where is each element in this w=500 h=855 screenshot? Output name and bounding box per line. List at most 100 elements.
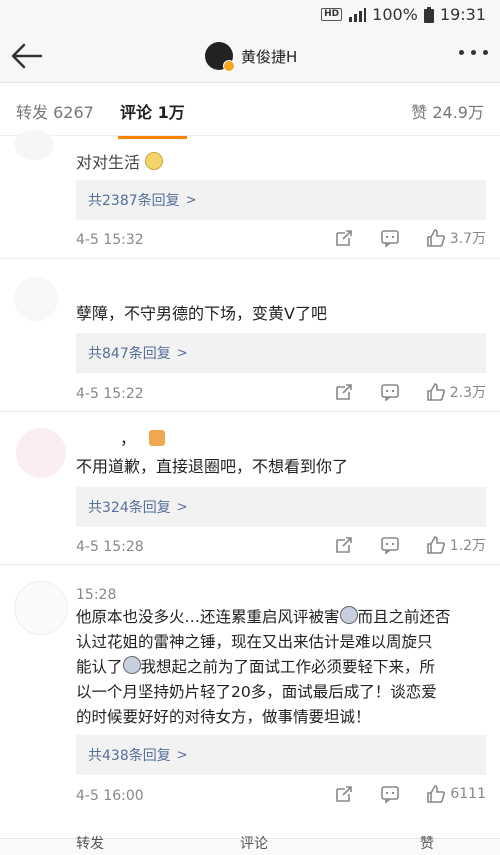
repost-icon[interactable] (334, 784, 354, 804)
like-count: 3.7万 (449, 231, 486, 247)
like-button[interactable]: 2.3万 (426, 382, 486, 402)
comment-text-content: 对对生活 (76, 153, 141, 172)
author-name[interactable]: 黄俊捷H (241, 46, 297, 67)
tab-repost[interactable]: 转发 6267 (16, 99, 94, 123)
like-button[interactable]: 1.2万 (426, 535, 486, 555)
comment-time: 4-5 15:32 (76, 232, 144, 248)
comment-line: 认过花姐的雷神之锤，现在又出来估计是难以周旋只 (76, 633, 433, 651)
reply-summary[interactable]: 共438条回复 > (76, 735, 486, 775)
avatar[interactable] (14, 130, 54, 160)
tab-bar: 转发 6267 评论 1万 赞 24.9万 (0, 83, 500, 139)
comment-meta: 4-5 15:28 1.2万 (76, 535, 486, 559)
tab-count: 1万 (157, 103, 185, 122)
comment-meta: 4-5 16:00 6111 (76, 784, 486, 808)
reply-count-label: 共438条回复 (88, 748, 171, 764)
avatar[interactable] (205, 42, 235, 72)
bottom-comment-button[interactable]: 评论 (240, 837, 268, 851)
reply-summary[interactable]: 共324条回复 > (76, 487, 486, 527)
more-dot-icon (471, 50, 476, 55)
comment-actions: 3.7万 (334, 228, 486, 248)
comment-item: 孽障，不守男德的下场，变黄V了吧 共847条回复 > 4-5 15:22 2.3… (0, 258, 500, 411)
thumbs-up-icon (426, 229, 445, 247)
bottom-repost-label: 转发 (76, 836, 104, 852)
tab-count: 6267 (53, 103, 94, 122)
nav-bar: 黄俊捷H (0, 30, 500, 83)
repost-icon[interactable] (334, 228, 354, 248)
comment-meta: 4-5 15:32 3.7万 (76, 228, 486, 252)
reply-count-label: 共2387条回复 (88, 193, 180, 209)
chevron-right-icon: > (176, 747, 188, 763)
battery-icon (423, 6, 434, 23)
comment-text-segment: 我想起之前为了面试工作必须要轻下来，所 (140, 658, 436, 676)
dizzy-emoji-icon (122, 656, 141, 674)
reply-count-label: 共847条回复 (88, 346, 171, 362)
comment-icon[interactable] (380, 228, 400, 248)
status-indicators: HD 100% 19:31 (321, 5, 486, 24)
repost-icon[interactable] (334, 535, 354, 555)
thumbs-up-icon (426, 383, 445, 401)
dizzy-emoji-icon (339, 606, 358, 624)
tab-label: 赞 (411, 103, 428, 122)
bottom-action-bar: 转发 评论 赞 (0, 837, 500, 855)
thumbs-up-icon (426, 536, 445, 554)
like-count: 6111 (450, 786, 486, 802)
more-button[interactable] (459, 50, 488, 55)
bottom-like-button[interactable]: 赞 (420, 837, 434, 851)
comment-text: 对对生活 (76, 150, 484, 175)
tab-likes[interactable]: 赞 24.9万 (411, 99, 484, 123)
clock: 19:31 (439, 5, 486, 24)
reply-count-label: 共324条回复 (88, 500, 171, 516)
verified-badge-icon (223, 60, 235, 72)
comment-time: 4-5 16:00 (76, 788, 144, 804)
comment-actions: 2.3万 (334, 382, 486, 402)
tab-label: 转发 (16, 103, 49, 122)
comment-text: 孽障，不守男德的下场，变黄V了吧 (76, 304, 327, 323)
comment-text: 不用道歉，直接退圈吧，不想看到你了 (76, 457, 349, 476)
reply-summary[interactable]: 共847条回复 > (76, 333, 486, 373)
comment-inline-time: 15:28 (76, 587, 117, 603)
hd-badge: HD (321, 8, 343, 21)
avatar[interactable] (14, 581, 68, 635)
like-count: 2.3万 (449, 385, 486, 401)
comment-line: 以一个月坚持奶片轻了20多，面试最后成了！谈恋爱 (76, 683, 437, 701)
comment-text-segment: 他原本也没多火…还连累重启风评被害 (76, 608, 340, 626)
smile-emoji-icon (145, 152, 164, 170)
more-dot-icon (459, 50, 464, 55)
thumbs-up-icon (427, 785, 446, 803)
comment-line: 能认了 我想起之前为了面试工作必须要轻下来，所 (76, 655, 484, 680)
comment-icon[interactable] (380, 535, 400, 555)
reply-summary[interactable]: 共2387条回复 > (76, 180, 486, 220)
like-count: 1.2万 (449, 538, 486, 554)
comment-line: 他原本也没多火…还连累重启风评被害 而且之前还否 (76, 605, 484, 630)
comment-text: 他原本也没多火…还连累重启风评被害 而且之前还否 认过花姐的雷神之锤，现在又出来估… (76, 605, 484, 730)
signal-icon (349, 7, 367, 22)
vip-badge-icon (149, 430, 166, 446)
status-bar: HD 100% 19:31 (0, 0, 500, 30)
comment-actions: 1.2万 (334, 535, 486, 555)
more-dot-icon (483, 50, 488, 55)
like-button[interactable]: 3.7万 (426, 228, 486, 248)
comment-icon[interactable] (380, 382, 400, 402)
avatar[interactable] (14, 277, 58, 321)
chevron-right-icon: > (185, 192, 197, 208)
tab-label: 评论 (120, 103, 153, 122)
back-button[interactable] (10, 42, 44, 70)
comment-text-segment: 能认了 (76, 658, 123, 676)
avatar[interactable] (16, 428, 66, 478)
repost-icon[interactable] (334, 382, 354, 402)
bottom-comment-label: 评论 (240, 836, 268, 852)
bottom-like-label: 赞 (420, 836, 434, 852)
arrow-left-icon (11, 43, 43, 69)
comment-item: 对对生活 共2387条回复 > 4-5 15:32 3.7万 (0, 130, 500, 258)
battery-percent: 100% (372, 5, 418, 24)
comment-icon[interactable] (380, 784, 400, 804)
like-button[interactable]: 6111 (426, 784, 486, 804)
name-suffix: ， (120, 429, 137, 448)
tab-comments[interactable]: 评论 1万 (118, 99, 187, 139)
author-info[interactable]: 黄俊捷H (205, 42, 297, 72)
comment-item: ， 不用道歉，直接退圈吧，不想看到你了 共324条回复 > 4-5 15:28 … (0, 411, 500, 564)
bottom-repost-button[interactable]: 转发 (76, 837, 104, 851)
comment-time: 4-5 15:28 (76, 539, 144, 555)
commenter-name[interactable]: ， (120, 426, 484, 451)
comment-time: 4-5 15:22 (76, 386, 144, 402)
